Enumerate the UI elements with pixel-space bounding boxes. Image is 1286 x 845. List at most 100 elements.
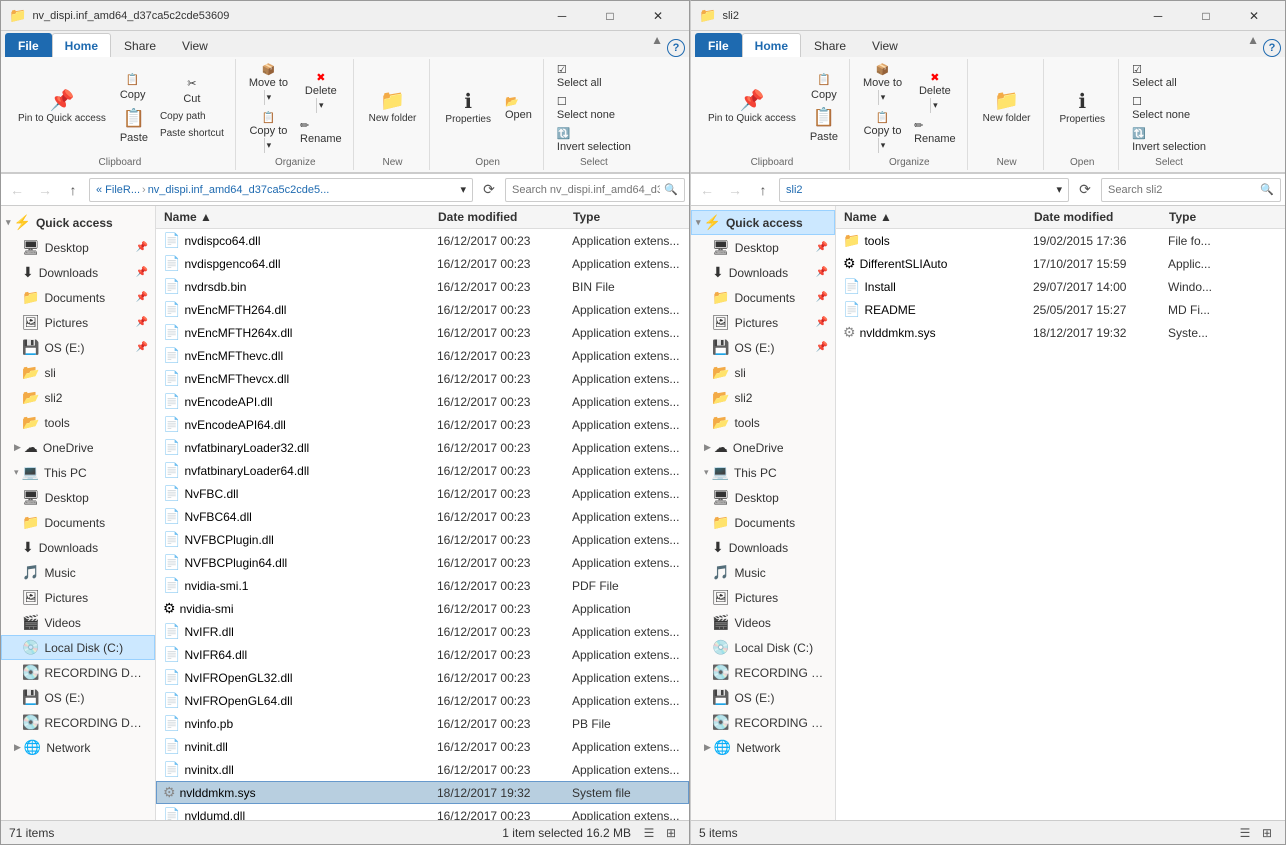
right-select-all-button[interactable]: ☑ Select all [1127,61,1211,91]
left-select-all-button[interactable]: ☑ Select all [552,61,636,91]
left-up-button[interactable]: ↑ [61,178,85,202]
left-header-name[interactable]: Name ▲ [156,210,434,224]
table-row[interactable]: 📄NvIFR64.dll16/12/2017 00:23Application … [156,643,689,666]
right-search-box[interactable]: 🔍 [1101,178,1281,202]
left-search-input[interactable] [512,184,660,196]
left-new-folder-button[interactable]: 📁 New folder [362,88,424,128]
right-tab-view[interactable]: View [859,33,911,57]
left-sidebar-pictures[interactable]: 🖼 Pictures 📌 [1,310,155,335]
right-properties-button[interactable]: ℹ Properties [1052,89,1112,128]
right-breadcrumb-sli2[interactable]: sli2 [786,184,803,196]
table-row[interactable]: 📄nvEncMFThevcx.dll16/12/2017 00:23Applic… [156,367,689,390]
table-row[interactable]: 📄nvEncodeAPI.dll16/12/2017 00:23Applicat… [156,390,689,413]
left-breadcrumb-folder[interactable]: nv_dispi.inf_amd64_d37ca5c2cde5... [148,184,330,196]
left-sidebar-pc-music[interactable]: 🎵 Music [1,560,155,585]
left-sidebar-onedrive[interactable]: ▶ ☁ OneDrive [1,435,155,460]
right-paste-button[interactable]: 📋 Paste [805,105,843,145]
right-search-input[interactable] [1108,184,1256,196]
right-refresh-button[interactable]: ⟳ [1073,178,1097,202]
left-sidebar-network[interactable]: ▶ 🌐 Network [1,735,155,760]
right-copy-to-button[interactable]: 📋 Copy to ▾ [858,109,907,155]
right-sidebar-downloads[interactable]: ⬇ Downloads 📌 [691,260,835,285]
table-row[interactable]: 📄NvFBC64.dll16/12/2017 00:23Application … [156,505,689,528]
left-sidebar-quick-access[interactable]: ▾ ⚡ Quick access [1,210,155,235]
right-copy-button[interactable]: 📋 Copy [805,71,843,103]
right-sidebar-desktop[interactable]: 🖥 Desktop 📌 [691,235,835,260]
right-sidebar-recording-drive-d[interactable]: 💽 RECORDING DRIVE (D [691,710,835,735]
right-select-none-button[interactable]: ☐ Select none [1127,93,1211,123]
right-view-details-button[interactable]: ☰ [1235,823,1255,843]
left-move-to-button[interactable]: 📦 Move to ▾ [244,61,293,107]
left-copy-path-button[interactable]: Copy path [155,109,229,124]
right-sidebar-pc-pictures[interactable]: 🖼 Pictures [691,585,835,610]
right-sidebar-pictures[interactable]: 🖼 Pictures 📌 [691,310,835,335]
left-sidebar-pc-videos[interactable]: 🎬 Videos [1,610,155,635]
right-tab-home[interactable]: Home [742,33,801,57]
left-address-path[interactable]: « FileR... › nv_dispi.inf_amd64_d37ca5c2… [89,178,473,202]
left-properties-button[interactable]: ℹ Properties [438,89,498,128]
right-close-button[interactable]: ✕ [1231,1,1277,31]
left-invert-selection-button[interactable]: 🔃 Invert selection [552,125,636,155]
right-sidebar-this-pc[interactable]: ▾ 💻 This PC [691,460,835,485]
left-sidebar-tools[interactable]: 📂 tools [1,410,155,435]
left-tab-share[interactable]: Share [111,33,169,57]
right-sidebar-pc-documents[interactable]: 📁 Documents [691,510,835,535]
right-sidebar-quick-access[interactable]: ▾ ⚡ Quick access [691,210,835,235]
right-sidebar-onedrive[interactable]: ▶ ☁ OneDrive [691,435,835,460]
left-help-button[interactable]: ? [667,39,685,57]
left-pin-quick-access-button[interactable]: 📌 Pin to Quick access [11,88,113,128]
right-rename-button[interactable]: ✏ Rename [909,117,961,147]
left-view-details-button[interactable]: ☰ [639,823,659,843]
left-sidebar-local-disk-c[interactable]: 💿 Local Disk (C:) [1,635,155,660]
left-maximize-button[interactable]: □ [587,1,633,31]
table-row[interactable]: 📄nvldumd.dll16/12/2017 00:23Application … [156,804,689,820]
left-sidebar-this-pc[interactable]: ▾ 💻 This PC [1,460,155,485]
right-sidebar-sli2[interactable]: 📂 sli2 [691,385,835,410]
table-row[interactable]: 📄nvdispco64.dll16/12/2017 00:23Applicati… [156,229,689,252]
right-maximize-button[interactable]: □ [1183,1,1229,31]
table-row[interactable]: 📄NVFBCPlugin.dll16/12/2017 00:23Applicat… [156,528,689,551]
left-header-type[interactable]: Type [569,210,689,224]
left-sidebar-downloads[interactable]: ⬇ Downloads 📌 [1,260,155,285]
left-sidebar-pc-desktop[interactable]: 🖥 Desktop [1,485,155,510]
left-rename-button[interactable]: ✏ Rename [295,117,347,147]
right-ribbon-collapse[interactable]: ▲ [1243,31,1263,49]
left-sidebar-recording-drive[interactable]: 💽 RECORDING DRIVE [1,660,155,685]
right-sidebar-os-e[interactable]: 💾 OS (E:) 📌 [691,335,835,360]
left-sidebar-sli[interactable]: 📂 sli [1,360,155,385]
left-view-large-button[interactable]: ⊞ [661,823,681,843]
table-row[interactable]: ⚙nvidia-smi16/12/2017 00:23Application [156,597,689,620]
table-row[interactable]: 📄nvdispgenco64.dll16/12/2017 00:23Applic… [156,252,689,275]
table-row[interactable]: 📄nvinitx.dll16/12/2017 00:23Application … [156,758,689,781]
table-row[interactable]: 📄nvEncodeAPI64.dll16/12/2017 00:23Applic… [156,413,689,436]
table-row[interactable]: 📄NvIFROpenGL64.dll16/12/2017 00:23Applic… [156,689,689,712]
left-search-box[interactable]: 🔍 [505,178,685,202]
right-sidebar-recording-drive[interactable]: 💽 RECORDING DRIVE [691,660,835,685]
left-copy-button[interactable]: 📋 Copy [115,70,153,104]
table-row[interactable]: 📄nvdrsdb.bin16/12/2017 00:23BIN File [156,275,689,298]
right-address-path[interactable]: sli2 ▾ [779,178,1069,202]
left-sidebar-os-e2[interactable]: 💾 OS (E:) [1,685,155,710]
table-row[interactable]: 📄NvIFROpenGL32.dll16/12/2017 00:23Applic… [156,666,689,689]
left-copy-to-button[interactable]: 📋 Copy to ▾ [244,109,293,155]
left-sidebar-pc-documents[interactable]: 📁 Documents [1,510,155,535]
right-sidebar-sli[interactable]: 📂 sli [691,360,835,385]
right-header-name[interactable]: Name ▲ [836,210,1030,224]
right-sidebar-pc-music[interactable]: 🎵 Music [691,560,835,585]
table-row[interactable]: 📄Install29/07/2017 14:00Windo... [836,275,1285,298]
right-sidebar-documents[interactable]: 📁 Documents 📌 [691,285,835,310]
left-tab-home[interactable]: Home [52,33,111,57]
left-back-button[interactable]: ← [5,178,29,202]
left-sidebar-pc-pictures[interactable]: 🖼 Pictures [1,585,155,610]
table-row[interactable]: 📄NVFBCPlugin64.dll16/12/2017 00:23Applic… [156,551,689,574]
left-sidebar-recording-drive-d[interactable]: 💽 RECORDING DRIVE (D [1,710,155,735]
table-row[interactable]: 📄nvinit.dll16/12/2017 00:23Application e… [156,735,689,758]
right-header-date[interactable]: Date modified [1030,210,1165,224]
left-sidebar-pc-downloads[interactable]: ⬇ Downloads [1,535,155,560]
right-invert-selection-button[interactable]: 🔃 Invert selection [1127,125,1211,155]
table-row[interactable]: 📄NvIFR.dll16/12/2017 00:23Application ex… [156,620,689,643]
right-delete-button[interactable]: ✖ Delete ▾ [909,69,961,115]
right-pin-quick-access-button[interactable]: 📌 Pin to Quick access [701,88,803,128]
right-view-large-button[interactable]: ⊞ [1257,823,1277,843]
right-sidebar-local-disk-c[interactable]: 💿 Local Disk (C:) [691,635,835,660]
